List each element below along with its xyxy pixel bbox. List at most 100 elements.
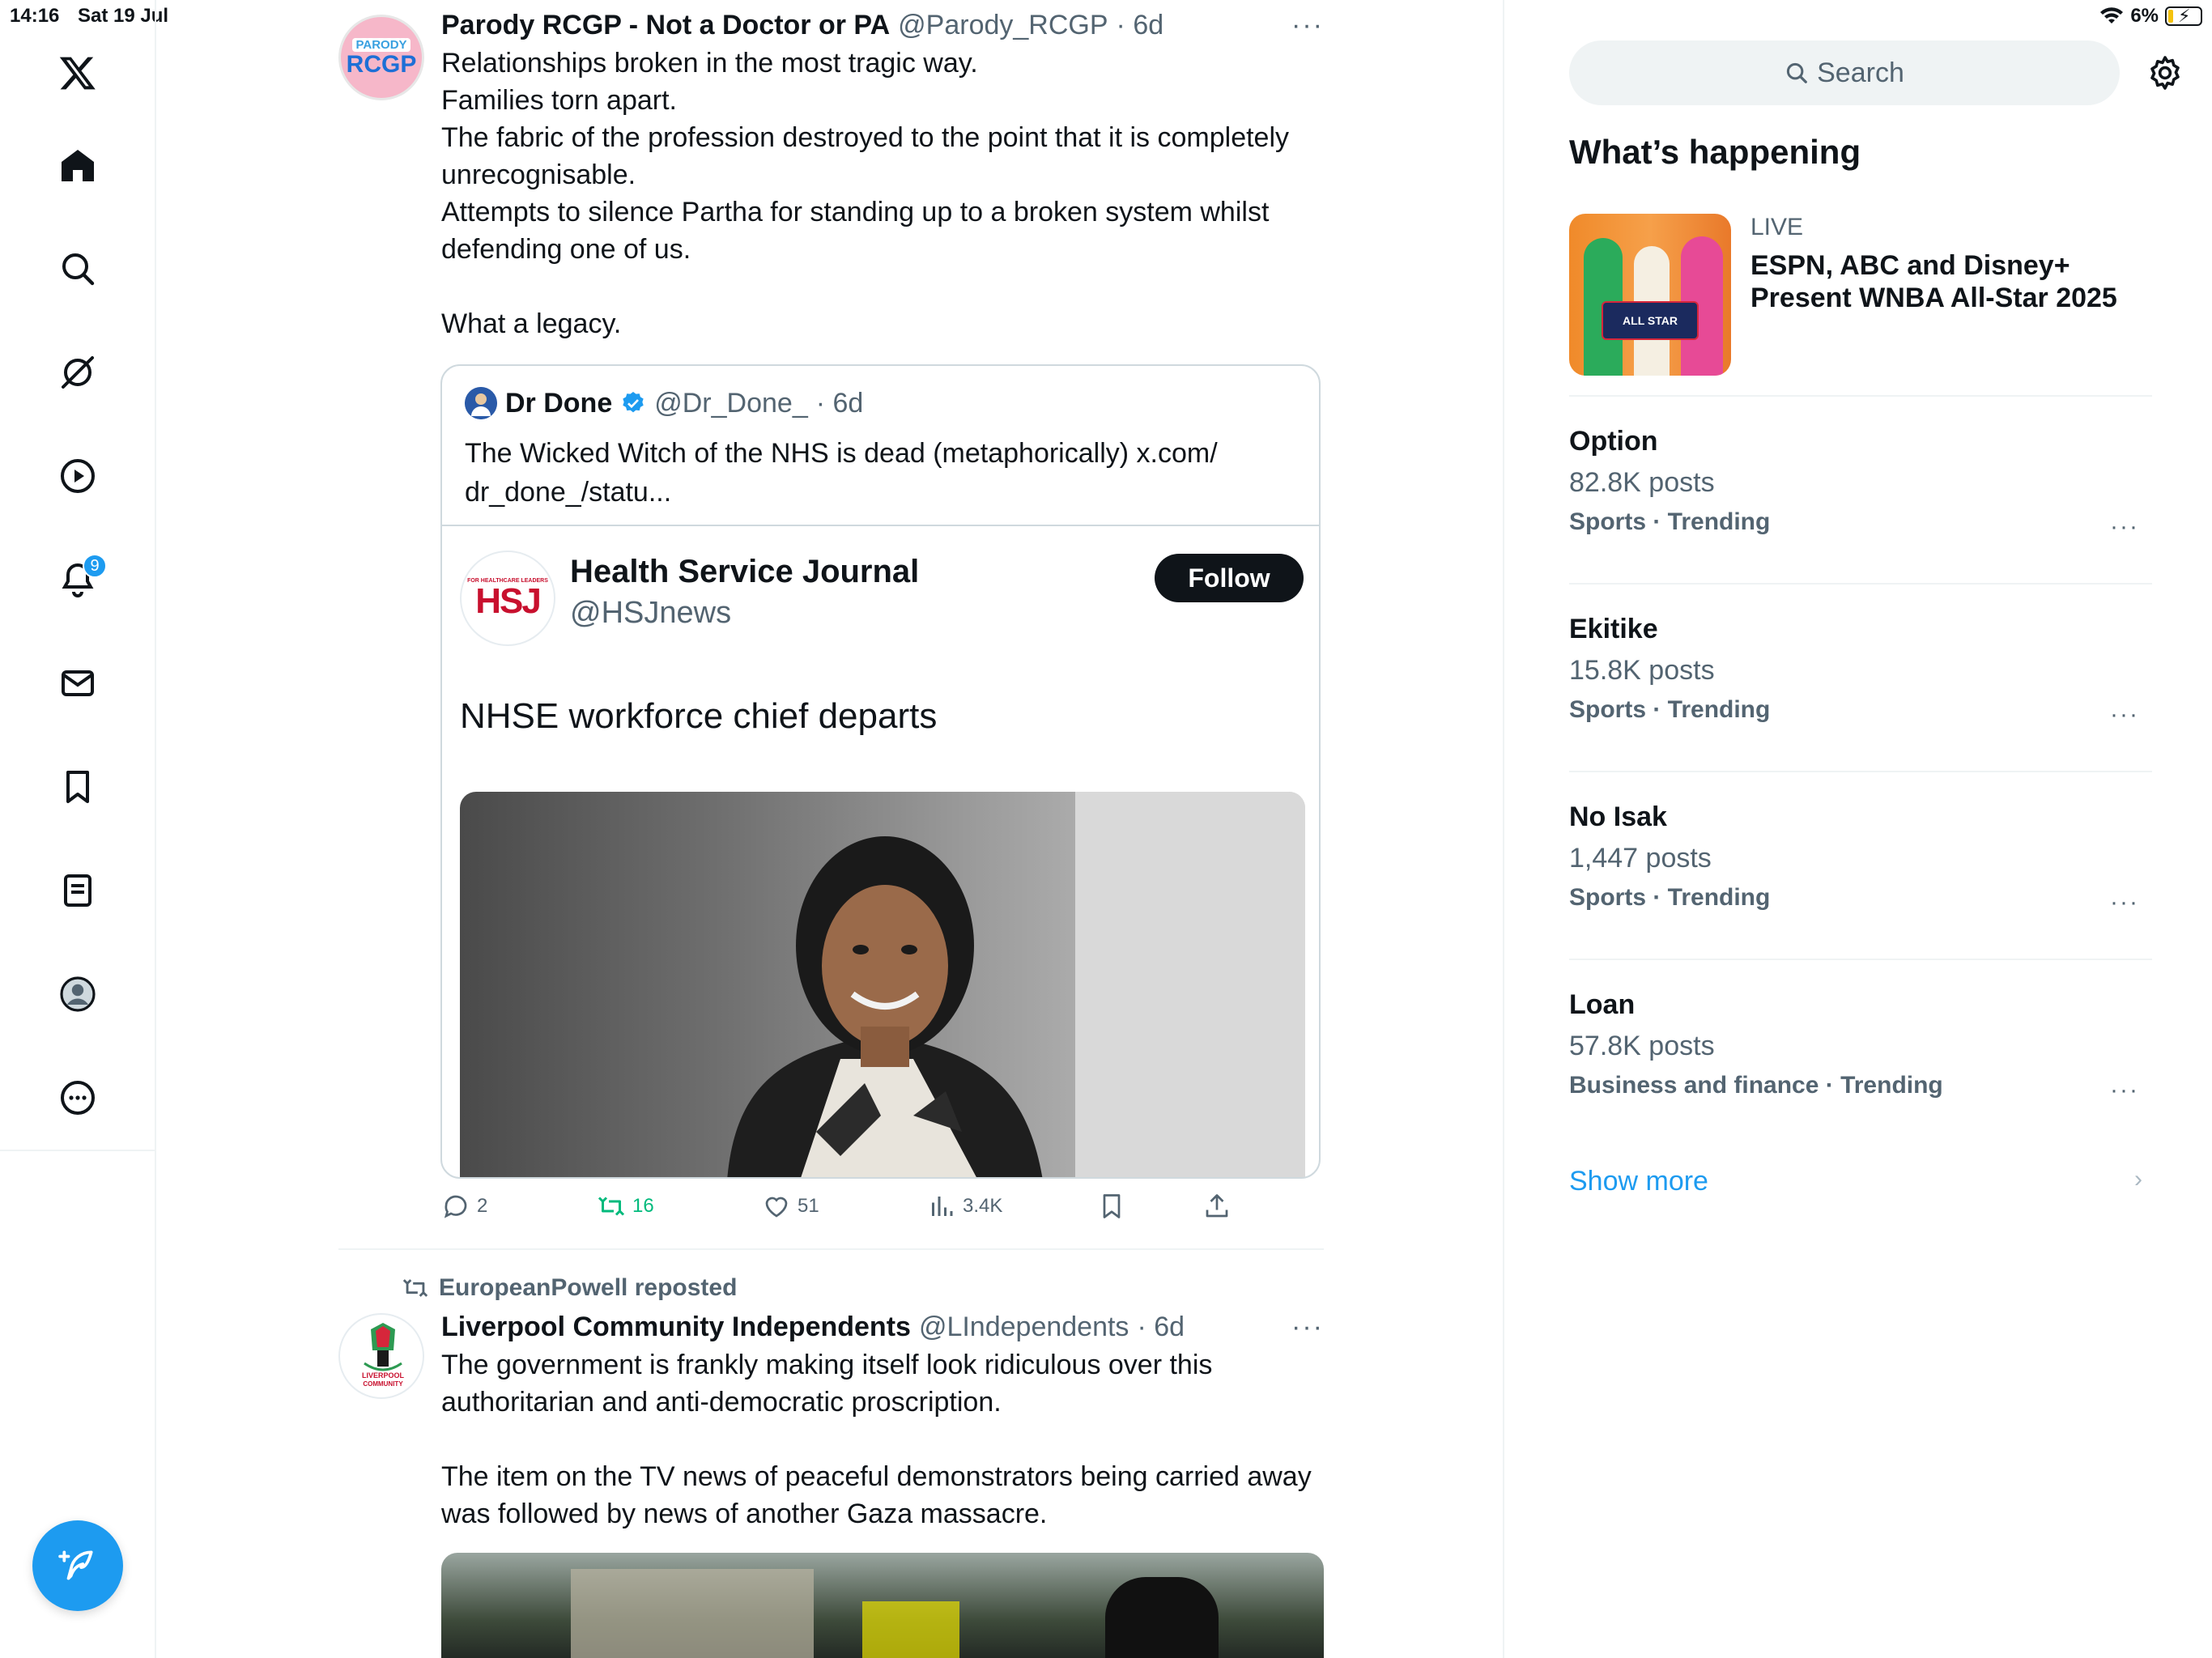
tweet-author-avatar[interactable]: PARODY RCGP [338, 15, 424, 100]
trend-name: Option [1569, 426, 1658, 457]
tweet-header: Liverpool Community Independents @LIndep… [441, 1312, 1583, 1343]
views-button[interactable]: 3.4K [927, 1192, 1002, 1221]
trend-item[interactable]: Option 82.8K posts Sports · Trending ··· [1569, 426, 2152, 540]
trend-category: Business and finance · Trending [1569, 1072, 1943, 1099]
trend-more-menu[interactable]: ··· [2110, 513, 2139, 541]
gear-icon[interactable] [2146, 53, 2184, 92]
trend-more-menu[interactable]: ··· [2110, 701, 2139, 729]
hsj-avatar[interactable]: FOR HEALTHCARE LEADERS HSJ [460, 551, 555, 646]
more-icon[interactable] [45, 1065, 110, 1130]
timeline: PARODY RCGP Parody RCGP - Not a Doctor o… [156, 0, 1504, 1658]
chevron-right-icon: › [2134, 1166, 2142, 1192]
like-button[interactable]: 51 [762, 1192, 819, 1221]
tweet-time[interactable]: · 6d [1117, 10, 1164, 41]
tweet2-photo[interactable] [441, 1553, 1324, 1658]
trend-divider [1569, 395, 2152, 397]
svg-text:LIVERPOOL: LIVERPOOL [362, 1371, 405, 1380]
trend-name: Loan [1569, 989, 1636, 1020]
bookmark-button[interactable] [1097, 1192, 1126, 1221]
trend-name: No Isak [1569, 801, 1667, 832]
trend-count: 15.8K posts [1569, 655, 1715, 686]
trend-item[interactable]: Loan 57.8K posts Business and finance · … [1569, 989, 2152, 1103]
search-placeholder: Search [1817, 57, 1904, 88]
photo-police-officer [1105, 1577, 1219, 1658]
portrait-image [727, 792, 1305, 1177]
lci-logo-icon: LIVERPOOL COMMUNITY [362, 1323, 405, 1388]
compose-post-button[interactable] [32, 1520, 123, 1611]
card-divider [442, 525, 1319, 526]
share-button[interactable] [1202, 1192, 1231, 1221]
profile-icon[interactable] [45, 962, 110, 1027]
whats-happening-title: What’s happening [1569, 133, 1861, 171]
quoted-author-avatar[interactable] [465, 387, 497, 419]
live-label: LIVE [1750, 214, 1804, 240]
trend-item[interactable]: No Isak 1,447 posts Sports · Trending ··… [1569, 801, 2152, 916]
tweet-more-menu[interactable]: ··· [1291, 10, 1324, 41]
trend-category: Sports · Trending [1569, 696, 1771, 723]
nav-divider [0, 1150, 156, 1151]
trend-item[interactable]: Ekitike 15.8K posts Sports · Trending ··… [1569, 614, 2152, 728]
trend-divider [1569, 771, 2152, 772]
trend-count: 82.8K posts [1569, 467, 1715, 498]
tweet[interactable]: Parody RCGP - Not a Doctor or PA @Parody… [441, 10, 1583, 342]
tweet-author-name[interactable]: Liverpool Community Independents [441, 1312, 911, 1343]
svg-text:COMMUNITY: COMMUNITY [363, 1380, 403, 1388]
embedded-headline: NHSE workforce chief departs [460, 696, 938, 736]
tweet[interactable]: Liverpool Community Independents @LIndep… [441, 1312, 1583, 1533]
live-event-thumbnail[interactable]: ALL STAR [1569, 214, 1731, 376]
avatar-parody-label: PARODY [352, 37, 410, 52]
embedded-author-name[interactable]: Health Service Journal [570, 554, 919, 590]
right-sidebar: Search What’s happening ALL STAR LIVE ES… [1506, 0, 2212, 1658]
search-icon[interactable] [45, 236, 110, 301]
tweet-author-name[interactable]: Parody RCGP - Not a Doctor or PA [441, 10, 890, 41]
trend-divider [1569, 959, 2152, 960]
video-icon[interactable] [45, 444, 110, 508]
tweet-author-handle[interactable]: @LIndependents [919, 1312, 1129, 1343]
tweet-time[interactable]: · 6d [1137, 1312, 1185, 1343]
like-count: 51 [798, 1195, 819, 1217]
tweet2-more-menu[interactable]: ··· [1291, 1312, 1324, 1343]
embedded-author-handle[interactable]: @HSJnews [570, 596, 731, 631]
search-small-icon [1787, 62, 1807, 83]
all-star-logo: ALL STAR [1602, 301, 1699, 340]
embedded-photo[interactable] [460, 792, 1305, 1177]
views-count: 3.4K [963, 1195, 1003, 1217]
trend-more-menu[interactable]: ··· [2110, 889, 2139, 916]
lists-icon[interactable] [45, 858, 110, 923]
tweet-text: Relationships broken in the most tragic … [441, 48, 1290, 339]
trend-more-menu[interactable]: ··· [2110, 1077, 2139, 1104]
quoted-author-handle[interactable]: @Dr_Done_ [654, 388, 808, 419]
follow-button[interactable]: Follow [1155, 554, 1304, 602]
tweet2-author-avatar[interactable]: LIVERPOOL COMMUNITY [338, 1313, 424, 1399]
repost-icon [598, 1197, 625, 1216]
reply-count: 2 [477, 1195, 488, 1217]
trend-count: 1,447 posts [1569, 843, 1712, 874]
views-icon [932, 1197, 953, 1216]
notifications-icon[interactable]: 9 [45, 547, 110, 612]
reply-button[interactable]: 2 [441, 1192, 487, 1221]
notifications-badge: 9 [83, 554, 107, 578]
tweet-author-handle[interactable]: @Parody_RCGP [898, 10, 1108, 41]
x-logo-icon[interactable] [45, 40, 110, 105]
repost-small-icon [402, 1279, 428, 1297]
verified-badge-icon [623, 392, 644, 413]
search-input[interactable]: Search [1569, 40, 2120, 105]
trend-name: Ekitike [1569, 614, 1658, 644]
bookmarks-icon[interactable] [45, 755, 110, 819]
repost-button[interactable]: 16 [597, 1192, 654, 1221]
photo-police-vest [862, 1601, 959, 1658]
repost-count: 16 [632, 1195, 654, 1217]
quoted-tweet-header: Dr Done @Dr_Done_ · 6d [465, 387, 863, 419]
quoted-author-name[interactable]: Dr Done [505, 388, 612, 419]
left-nav: 9 [0, 0, 156, 1658]
repost-context[interactable]: EuropeanPowell reposted [402, 1274, 737, 1302]
show-more-link[interactable]: Show more [1569, 1166, 1708, 1197]
live-event-title[interactable]: ESPN, ABC and Disney+ Present WNBA All-S… [1750, 249, 2172, 314]
heart-icon [765, 1197, 788, 1218]
messages-icon[interactable] [45, 651, 110, 716]
home-icon[interactable] [45, 133, 110, 198]
tweet-header: Parody RCGP - Not a Doctor or PA @Parody… [441, 10, 1583, 41]
grok-icon[interactable] [45, 340, 110, 405]
compose-feather-icon [58, 1550, 93, 1580]
quoted-tweet[interactable]: Dr Done @Dr_Done_ · 6d The Wicked Witch … [440, 364, 1321, 1179]
